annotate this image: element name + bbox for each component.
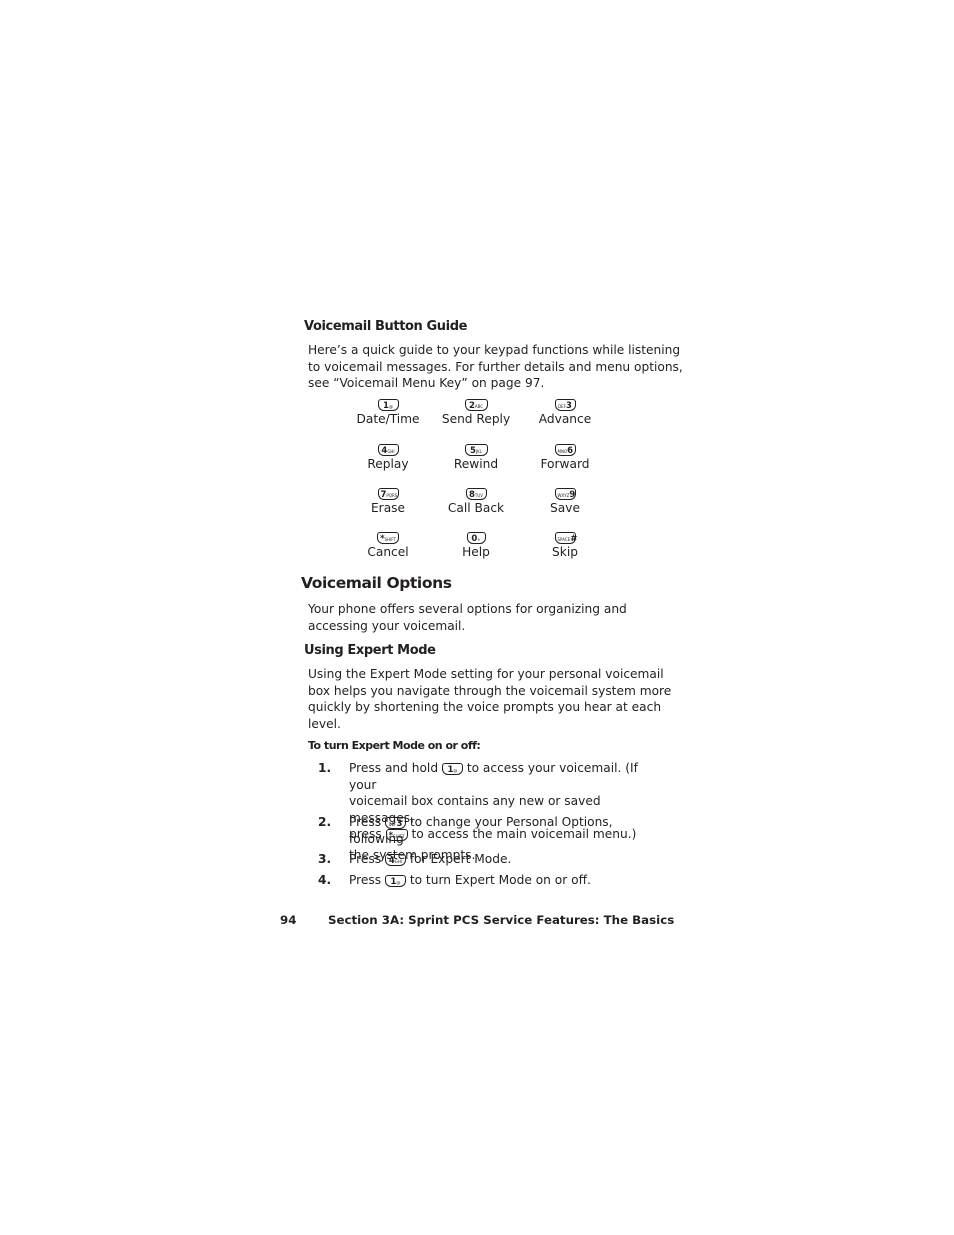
section-title: Section 3A: Sprint PCS Service Features:… bbox=[328, 913, 675, 927]
intro-line: Using the Expert Mode setting for your p… bbox=[308, 667, 664, 681]
intro-line: box helps you navigate through the voice… bbox=[308, 683, 672, 698]
key-guide-item: DEF3 Advance bbox=[510, 398, 620, 426]
intro-line: see “Voicemail Menu Key” on page 97. bbox=[308, 376, 545, 390]
key-1-icon: 1@ bbox=[377, 399, 399, 411]
key-0-icon: 0+ bbox=[466, 532, 486, 544]
key-guide-item: WXYZ9 Save bbox=[510, 487, 620, 515]
key-1-icon: 1@ bbox=[384, 874, 406, 887]
step-item: 1. Press and hold 1@ to access your voic… bbox=[318, 760, 668, 841]
step-text-part: Press bbox=[349, 815, 382, 829]
step-text-part: for Expert Mode. bbox=[409, 852, 512, 866]
key-label: Skip bbox=[552, 545, 578, 559]
key-5-icon: 5JKL bbox=[464, 444, 488, 456]
intro-line: Your phone offers several options for or… bbox=[308, 602, 627, 616]
key-2-icon: 2ABC bbox=[464, 399, 488, 411]
step-text-part: to turn Expert Mode on or off. bbox=[409, 873, 591, 887]
step-text-part: Press bbox=[349, 873, 382, 887]
key-3-icon: DEF3 bbox=[554, 399, 576, 411]
step-item: 3. Press 4GHI for Expert Mode. bbox=[318, 851, 668, 869]
key-4-icon: 4GHI bbox=[384, 853, 406, 866]
button-guide-heading: Voicemail Button Guide bbox=[304, 319, 468, 334]
key-guide-item: MNO6 Forward bbox=[510, 443, 620, 471]
step-text-part: Press bbox=[349, 852, 382, 866]
key-label: Forward bbox=[540, 457, 590, 471]
voicemail-options-heading: Voicemail Options bbox=[301, 574, 452, 592]
key-pound-icon: SPACE# bbox=[554, 532, 577, 544]
expert-mode-intro: Using the Expert Mode setting for your p… bbox=[308, 666, 671, 732]
key-9-icon: WXYZ9 bbox=[554, 488, 576, 500]
key-3-icon: DEF3 bbox=[384, 816, 406, 829]
step-item: 2. Press DEF3 to change your Personal Op… bbox=[318, 814, 668, 862]
key-7-icon: 7PQRS bbox=[377, 488, 399, 500]
key-star-icon: *SHIFT bbox=[377, 532, 399, 544]
intro-line: to voicemail messages. For further detai… bbox=[308, 359, 683, 374]
manual-page: Voicemail Button Guide Here’s a quick gu… bbox=[0, 0, 954, 1235]
key-8-icon: 8TUV bbox=[465, 488, 487, 500]
intro-line: accessing your voicemail. bbox=[308, 618, 466, 633]
expert-mode-heading: Using Expert Mode bbox=[304, 643, 436, 658]
intro-line: quickly by shortening the voice prompts … bbox=[308, 700, 662, 714]
key-label: Save bbox=[550, 501, 580, 515]
voicemail-options-intro: Your phone offers several options for or… bbox=[308, 601, 627, 634]
key-6-icon: MNO6 bbox=[554, 444, 576, 456]
intro-line: Here’s a quick guide to your keypad func… bbox=[308, 343, 681, 357]
key-label: Advance bbox=[538, 412, 592, 426]
page-number: 94 bbox=[280, 913, 297, 927]
step-text: Press 4GHI for Expert Mode. bbox=[349, 851, 669, 868]
key-guide-item: SPACE# Skip bbox=[510, 531, 620, 559]
step-number: 3. bbox=[318, 852, 332, 866]
step-text: Press 1@ to turn Expert Mode on or off. bbox=[349, 872, 669, 889]
step-item: 4. Press 1@ to turn Expert Mode on or of… bbox=[318, 872, 668, 890]
key-1-icon: 1@ bbox=[441, 762, 463, 775]
step-number: 1. bbox=[318, 761, 332, 775]
button-guide-intro: Here’s a quick guide to your keypad func… bbox=[308, 342, 683, 392]
step-text-part: Press and hold bbox=[349, 761, 439, 775]
step-number: 4. bbox=[318, 873, 332, 887]
step-number: 2. bbox=[318, 815, 332, 829]
key-4-icon: 4GHI bbox=[377, 444, 399, 456]
procedure-heading: To turn Expert Mode on or off: bbox=[308, 739, 481, 752]
intro-line: level. bbox=[308, 716, 341, 731]
